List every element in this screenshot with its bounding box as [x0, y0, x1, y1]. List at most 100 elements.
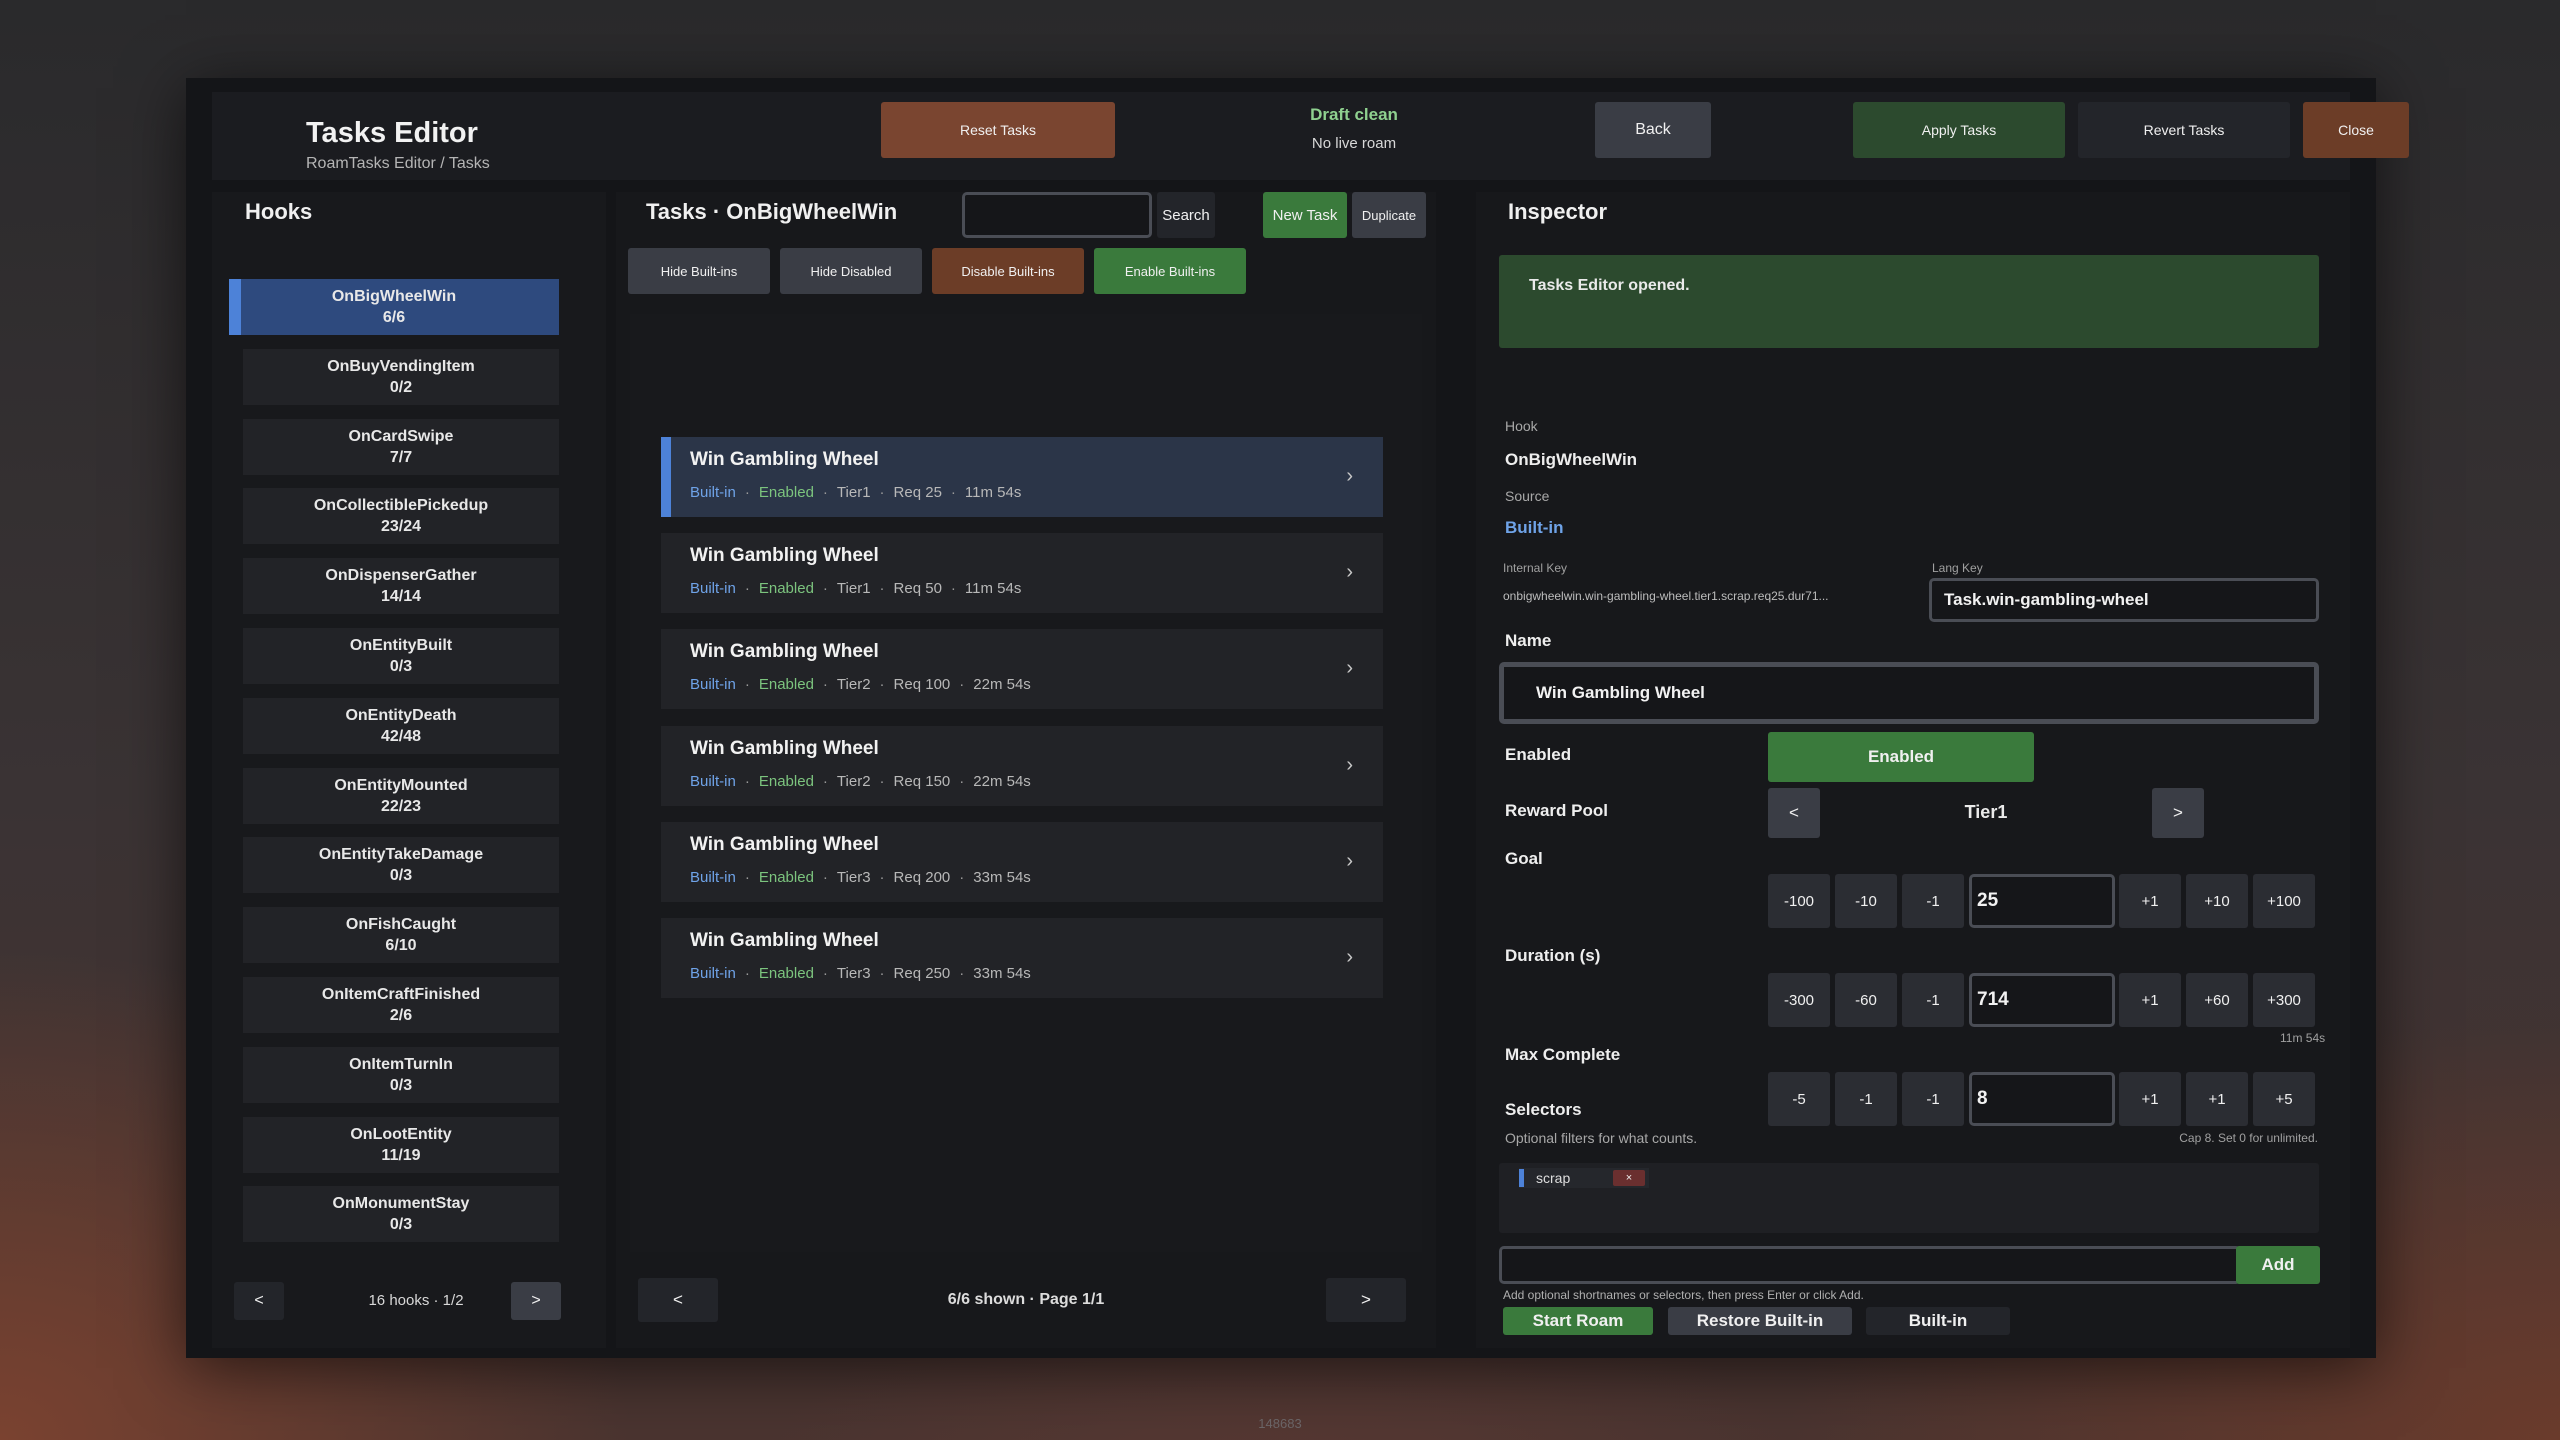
name-label: Name — [1505, 631, 1552, 650]
task-req: Req 50 — [893, 580, 942, 598]
task-meta: Built-in · Enabled · Tier1 · Req 50 · 11m 54s — [690, 580, 1021, 597]
max-complete-step-button[interactable]: +1 — [2186, 1072, 2248, 1126]
meta-separator: · — [879, 676, 885, 694]
internal-key-label: Internal Key — [1503, 561, 1568, 575]
goal-step-button[interactable]: +1 — [2119, 874, 2181, 928]
hook-item[interactable]: OnEntityTakeDamage 0/3 — [243, 837, 559, 894]
enable-builtins-button[interactable]: Enable Built-ins — [1094, 248, 1246, 294]
task-row[interactable]: Win Gambling Wheel Built-in · Enabled · Tier3… — [661, 918, 1383, 998]
hook-item[interactable]: OnEntityMounted 22/23 — [243, 767, 559, 824]
task-source: Built-in — [690, 484, 736, 501]
meta-separator: · — [822, 965, 828, 982]
max-complete-step-button[interactable]: -1 — [1835, 1072, 1897, 1126]
tasks-next-button[interactable]: > — [1326, 1278, 1406, 1322]
duplicate-button[interactable]: Duplicate — [1352, 192, 1426, 238]
goal-step-button[interactable]: -10 — [1835, 874, 1897, 928]
duration-step-button[interactable]: +300 — [2253, 973, 2315, 1027]
task-req: Req 150 — [893, 772, 951, 790]
hook-item[interactable]: OnBuyVendingItem 0/2 — [243, 348, 559, 405]
new-task-button[interactable]: New Task — [1263, 192, 1347, 238]
task-state: Enabled — [758, 484, 814, 501]
duration-step-button[interactable]: -1 — [1902, 973, 1964, 1027]
goal-step-button[interactable]: -1 — [1902, 874, 1964, 928]
task-row[interactable]: Win Gambling Wheel Built-in · Enabled · Tier1… — [661, 533, 1383, 614]
chevron-right-icon: › — [1346, 849, 1353, 872]
task-row[interactable]: Win Gambling Wheel Built-in · Enabled · Tier3… — [661, 821, 1383, 902]
hook-item[interactable]: OnItemCraftFinished 2/6 — [243, 977, 559, 1033]
start-roam-button[interactable]: Start Roam — [1503, 1307, 1653, 1335]
task-duration: 11m 54s — [964, 484, 1022, 501]
max-complete-step-button[interactable]: -1 — [1902, 1072, 1964, 1126]
restore-builtin-button[interactable]: Restore Built-in — [1668, 1307, 1852, 1335]
hook-item[interactable]: OnDispenserGather 14/14 — [243, 558, 559, 615]
lang-key-input[interactable] — [1929, 578, 2319, 622]
selector-add-input[interactable] — [1499, 1246, 2241, 1284]
task-row[interactable]: Win Gambling Wheel Built-in · Enabled · Tier2… — [661, 629, 1383, 710]
meta-separator: · — [744, 484, 750, 501]
task-name-input[interactable] — [1499, 662, 2319, 724]
duration-hint: 11m 54s — [2280, 1031, 2326, 1045]
close-button[interactable]: Close — [2303, 102, 2409, 158]
duration-step-button[interactable]: -60 — [1835, 973, 1897, 1027]
tasks-prev-button[interactable]: < — [638, 1278, 718, 1322]
hide-disabled-button[interactable]: Hide Disabled — [780, 248, 922, 294]
task-source: Built-in — [690, 772, 736, 790]
hook-item[interactable]: OnLootEntity 11/19 — [243, 1116, 559, 1173]
task-state: Enabled — [758, 868, 814, 886]
hook-item[interactable]: OnEntityBuilt 0/3 — [243, 628, 559, 684]
hook-item[interactable]: OnFishCaught 6/10 — [243, 907, 559, 964]
duration-step-button[interactable]: +1 — [2119, 973, 2181, 1027]
apply-tasks-button[interactable]: Apply Tasks — [1853, 102, 2065, 158]
chevron-right-icon: › — [1346, 946, 1353, 968]
duration-step-button[interactable]: +60 — [2186, 973, 2248, 1027]
meta-separator: · — [950, 484, 956, 501]
goal-step-button[interactable]: +10 — [2186, 874, 2248, 928]
reset-tasks-button[interactable]: Reset Tasks — [881, 102, 1115, 158]
task-row[interactable]: Win Gambling Wheel Built-in · Enabled · Tier2… — [661, 725, 1383, 806]
hook-item[interactable]: OnEntityDeath 42/48 — [243, 697, 559, 754]
hook-name: OnBuyVendingItem — [327, 357, 475, 375]
hook-name: OnEntityMounted — [334, 776, 468, 794]
hook-item[interactable]: OnItemTurnIn 0/3 — [243, 1046, 559, 1103]
max-complete-value-input[interactable]: 8 — [1969, 1072, 2115, 1126]
goal-value-input[interactable]: 25 — [1969, 874, 2115, 928]
builtin-button[interactable]: Built-in — [1866, 1307, 2010, 1335]
duration-value-input[interactable]: 714 — [1969, 973, 2115, 1027]
goal-step-button[interactable]: +100 — [2253, 874, 2315, 928]
hook-item[interactable]: OnMonumentStay 0/3 — [243, 1186, 559, 1243]
max-complete-step-button[interactable]: +5 — [2253, 1072, 2315, 1126]
hook-count: 0/3 — [389, 867, 413, 885]
disable-builtins-button[interactable]: Disable Built-ins — [932, 248, 1084, 294]
revert-tasks-button[interactable]: Revert Tasks — [2078, 102, 2290, 158]
max-complete-step-button[interactable]: -5 — [1768, 1072, 1830, 1126]
hide-builtins-button[interactable]: Hide Built-ins — [628, 248, 770, 294]
task-search-input[interactable] — [962, 192, 1152, 238]
meta-separator: · — [879, 580, 885, 598]
remove-chip-icon[interactable]: × — [1613, 1170, 1645, 1186]
goal-step-button[interactable]: -100 — [1768, 874, 1830, 928]
hook-item[interactable]: OnBigWheelWin 6/6 — [229, 279, 559, 335]
add-selector-button[interactable]: Add — [2236, 1246, 2320, 1284]
task-duration: 22m 54s — [973, 676, 1031, 694]
back-button[interactable]: Back — [1595, 102, 1711, 158]
hooks-prev-button[interactable]: < — [234, 1282, 284, 1320]
meta-separator: · — [822, 868, 828, 886]
task-name: Win Gambling Wheel — [690, 737, 879, 759]
max-complete-step-button[interactable]: +1 — [2119, 1072, 2181, 1126]
task-row[interactable]: Win Gambling Wheel Built-in · Enabled · Tier1… — [661, 437, 1383, 517]
hook-item[interactable]: OnCollectiblePickedup 23/24 — [243, 488, 559, 545]
hooks-next-button[interactable]: > — [511, 1282, 561, 1320]
meta-separator: · — [744, 772, 750, 790]
hook-count: 11/19 — [381, 1146, 421, 1164]
search-button[interactable]: Search — [1157, 192, 1215, 238]
selectors-box: scrap × — [1499, 1163, 2319, 1233]
duration-step-button[interactable]: -300 — [1768, 973, 1830, 1027]
enabled-toggle[interactable]: Enabled — [1768, 732, 2034, 782]
reward-pool-next-button[interactable]: > — [2152, 788, 2204, 838]
reward-pool-prev-button[interactable]: < — [1768, 788, 1820, 838]
task-duration: 33m 54s — [973, 868, 1031, 886]
top-bar: Tasks Editor RoamTasks Editor / Tasks Re… — [212, 92, 2409, 180]
hook-item[interactable]: OnCardSwipe 7/7 — [243, 418, 559, 475]
enabled-label: Enabled — [1505, 745, 1572, 764]
hook-count: 23/24 — [380, 518, 422, 536]
